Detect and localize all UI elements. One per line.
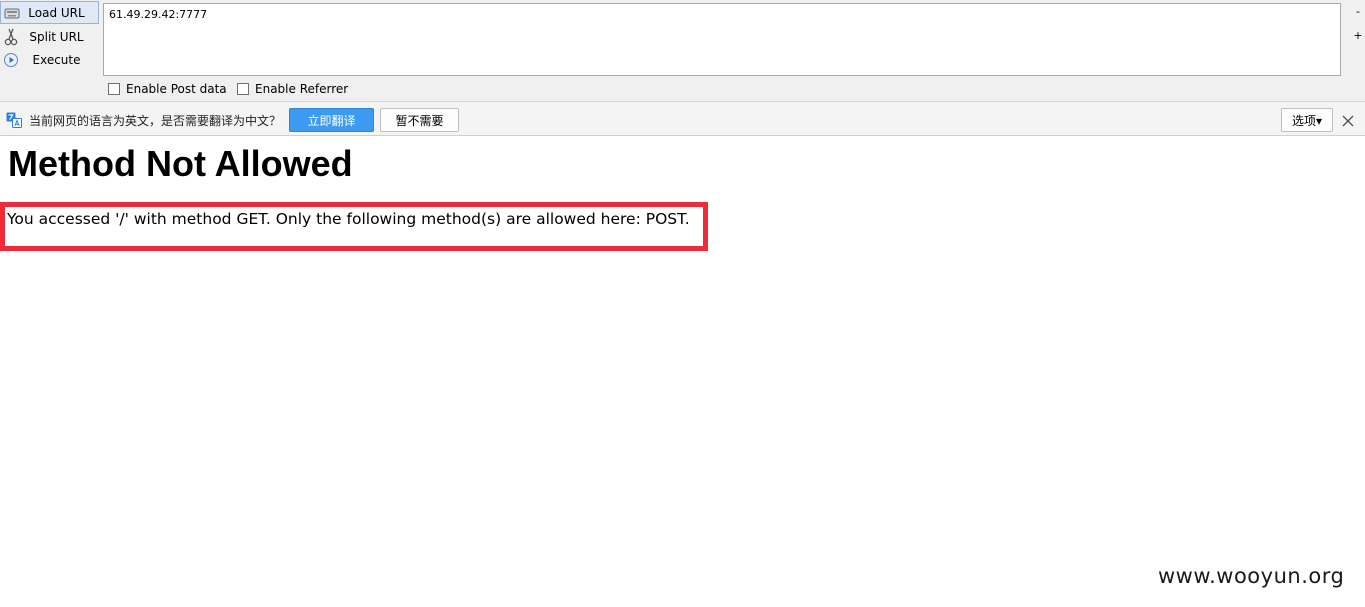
execute-label: Execute: [32, 52, 81, 67]
close-icon[interactable]: [1341, 113, 1355, 127]
split-url-button[interactable]: Split URL: [0, 25, 99, 48]
execute-button[interactable]: Execute: [0, 48, 99, 71]
checkbox-box[interactable]: [108, 83, 120, 95]
checkbox-box[interactable]: [237, 83, 249, 95]
options-dropdown[interactable]: 选项▾: [1281, 108, 1333, 132]
enable-post-checkbox[interactable]: Enable Post data: [108, 82, 227, 96]
split-url-label: Split URL: [29, 29, 84, 44]
translate-message: 当前网页的语言为英文，是否需要翻译为中文？: [29, 114, 282, 128]
translate-bar: 当前网页的语言为英文，是否需要翻译为中文？ 立即翻译 暂不需要 选项▾: [0, 101, 1365, 136]
load-url-icon: [3, 4, 21, 22]
enable-referrer-checkbox[interactable]: Enable Referrer: [237, 82, 348, 96]
url-input[interactable]: [103, 3, 1341, 76]
zoom-in-button[interactable]: +: [1353, 29, 1363, 42]
translate-icon: [6, 112, 22, 128]
watermark: www.wooyun.org: [1158, 564, 1345, 588]
not-now-button[interactable]: 暂不需要: [380, 108, 459, 132]
translate-now-button[interactable]: 立即翻译: [289, 108, 374, 132]
scissors-icon: [2, 28, 20, 46]
load-url-label: Load URL: [28, 5, 85, 20]
hackbar-toolbar: Load URL Split URL Execute - + Enable Po…: [0, 0, 1365, 101]
page-title: Method Not Allowed: [8, 143, 353, 184]
enable-post-label: Enable Post data: [126, 82, 227, 96]
play-icon: [2, 51, 20, 69]
enable-referrer-label: Enable Referrer: [255, 82, 349, 96]
zoom-out-button[interactable]: -: [1353, 5, 1363, 18]
error-message: You accessed '/' with method GET. Only t…: [7, 210, 690, 228]
load-url-button[interactable]: Load URL: [0, 1, 99, 24]
